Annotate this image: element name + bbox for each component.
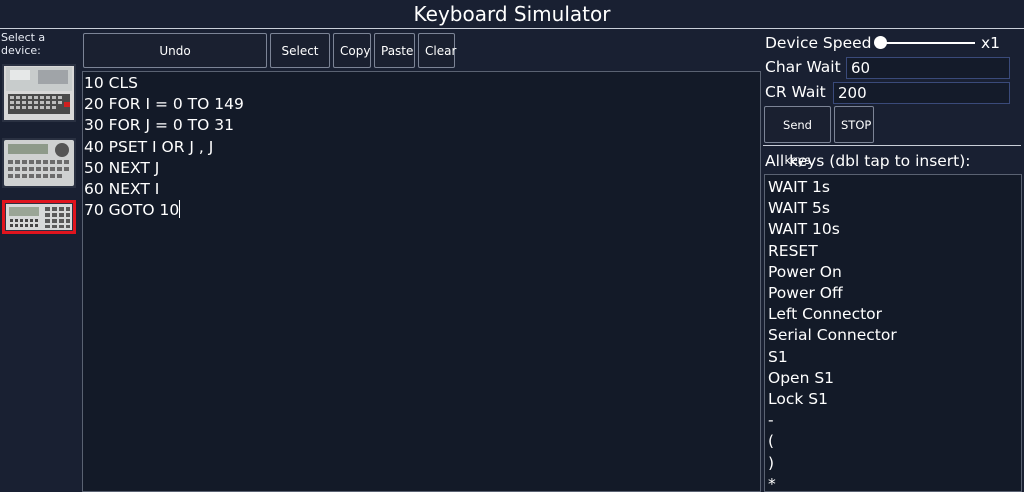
key-item[interactable]: ) (768, 453, 1021, 474)
key-item[interactable]: Lock S1 (768, 389, 1021, 410)
code-line: 20 FOR I = 0 TO 149 (84, 95, 244, 114)
key-item[interactable]: ( (768, 431, 1021, 452)
cr-wait-input[interactable]: 200 (833, 82, 1010, 104)
char-wait-input[interactable]: 60 (846, 57, 1010, 79)
calculator-icon (6, 204, 72, 230)
key-item[interactable]: Power On (768, 262, 1021, 283)
code-line: 70 GOTO 10 (84, 201, 180, 220)
code-line: 50 NEXT J (84, 158, 160, 177)
key-item[interactable]: Open S1 (768, 368, 1021, 389)
laptop-computer-icon (4, 66, 74, 120)
app-title: Keyboard Simulator (0, 0, 1024, 29)
send-keys-button[interactable]: Send keys (764, 106, 831, 167)
key-item[interactable]: S1 (768, 347, 1021, 368)
code-line: 40 PSET I OR J , J (84, 137, 214, 156)
device-prompt: Select a device: (1, 31, 46, 57)
undo-button[interactable]: Undo (83, 33, 267, 68)
key-item[interactable]: RESET (768, 241, 1021, 262)
key-item[interactable]: WAIT 1s (768, 177, 1021, 198)
stop-button[interactable]: STOP (834, 106, 874, 143)
key-list[interactable]: WAIT 1s WAIT 5s WAIT 10s RESET Power On … (764, 174, 1022, 492)
code-line: 60 NEXT I (84, 180, 160, 199)
code-line: 30 FOR J = 0 TO 31 (84, 116, 234, 135)
key-item[interactable]: - (768, 410, 1021, 431)
key-item[interactable]: Left Connector (768, 304, 1021, 325)
select-all-button[interactable]: Select All (270, 33, 330, 91)
device-thumb-2[interactable] (2, 138, 76, 188)
device-speed-value: x1 (981, 34, 1001, 52)
device-speed-slider-thumb[interactable] (874, 36, 887, 49)
device-selector: Select a device: (0, 30, 80, 492)
key-item[interactable]: Power Off (768, 283, 1021, 304)
panel-divider (763, 145, 1021, 146)
device-speed-label: Device Speed (765, 34, 872, 52)
code-editor[interactable]: 10 CLS 20 FOR I = 0 TO 149 30 FOR J = 0 … (82, 71, 761, 492)
device-thumb-3[interactable] (2, 200, 76, 234)
key-item[interactable]: * (768, 474, 1021, 491)
text-caret (179, 200, 181, 219)
cr-wait-label: CR Wait (765, 83, 826, 101)
clear-button[interactable]: Clear (418, 33, 456, 68)
device-thumb-1[interactable] (2, 64, 76, 122)
device-speed-slider[interactable] (880, 42, 975, 44)
char-wait-label: Char Wait (765, 58, 841, 76)
all-keys-header: All keys (dbl tap to insert): (765, 152, 971, 170)
key-item[interactable]: Serial Connector (768, 325, 1021, 346)
pocket-computer-icon (4, 140, 74, 186)
paste-button[interactable]: Paste (374, 33, 415, 68)
key-item[interactable]: WAIT 5s (768, 198, 1021, 219)
copy-button[interactable]: Copy (333, 33, 371, 68)
code-line: 10 CLS (84, 74, 138, 92)
key-item[interactable]: WAIT 10s (768, 219, 1021, 240)
